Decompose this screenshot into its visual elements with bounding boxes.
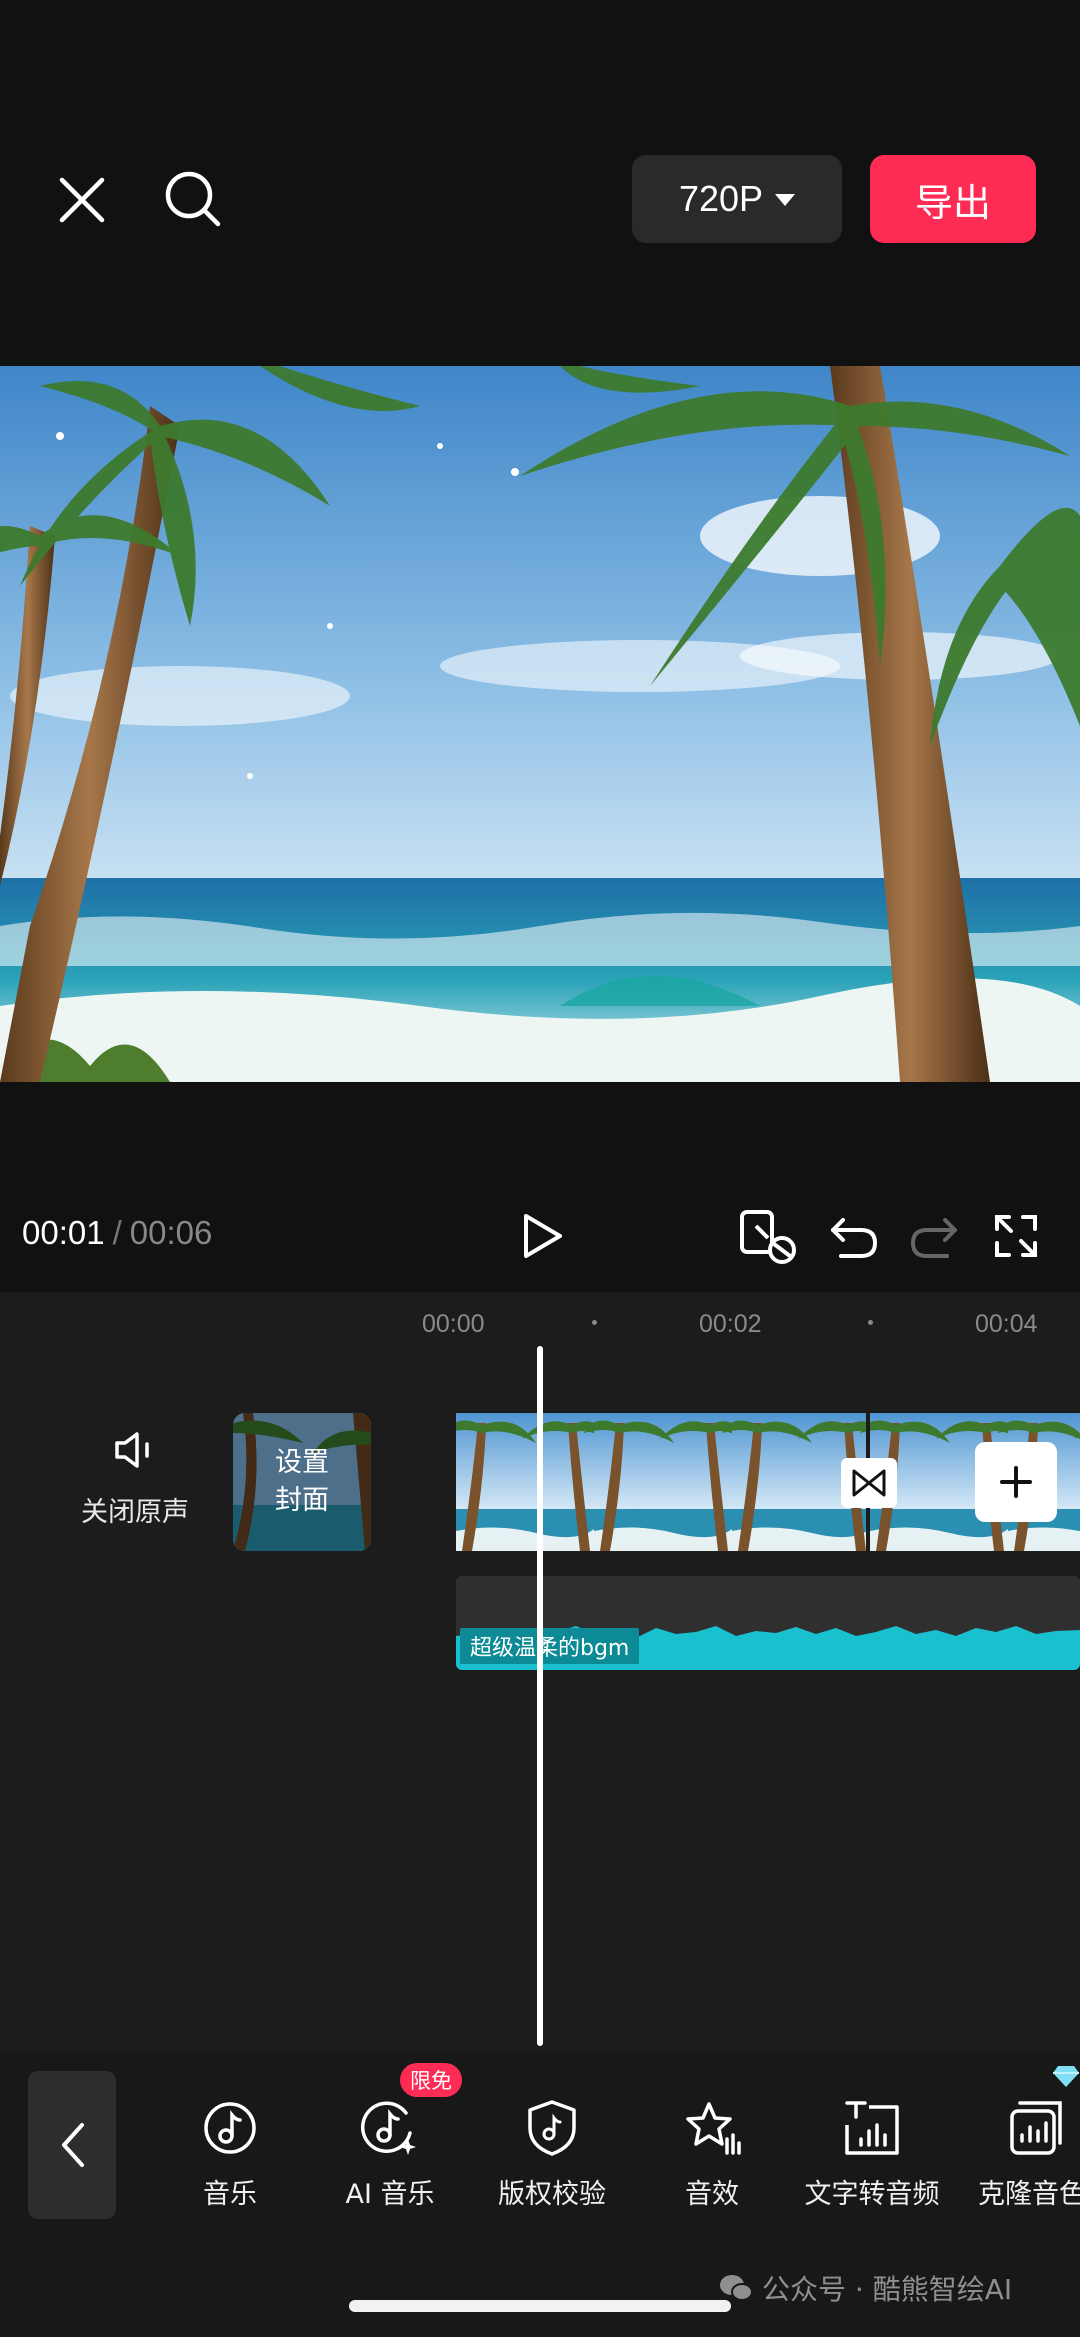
chevron-left-icon	[62, 2123, 84, 2167]
tool-label: 文字转音频	[804, 2179, 940, 2210]
close-icon[interactable]	[52, 170, 112, 230]
audio-track-label: 超级温柔的bgm	[460, 1628, 640, 1664]
tool-sound-effects[interactable]: 音效	[632, 2094, 792, 2211]
tool-text-to-audio[interactable]: 文字转音频	[792, 2094, 952, 2211]
video-preview[interactable]	[0, 366, 1080, 1082]
keyframe-icon[interactable]	[736, 1206, 802, 1268]
redo-icon[interactable]	[906, 1210, 962, 1264]
mute-original-sound-button[interactable]: 关闭原声	[70, 1430, 200, 1529]
tool-label: 克隆音色	[978, 2179, 1080, 2210]
ruler-dot	[592, 1320, 597, 1325]
watermark-text: 公众号 · 酷熊智绘AI	[762, 2273, 1013, 2306]
search-icon[interactable]	[160, 166, 226, 232]
copyright-shield-icon	[472, 2094, 632, 2162]
ruler-dot	[868, 1320, 873, 1325]
transition-bowtie-icon[interactable]	[841, 1458, 897, 1508]
wechat-icon	[720, 2275, 753, 2301]
set-cover-button[interactable]: 设置 封面	[233, 1413, 371, 1551]
diamond-icon	[1052, 2064, 1080, 2093]
tool-label: 音效	[685, 2179, 739, 2210]
ruler-tick: 00:04	[975, 1310, 1038, 1338]
play-icon[interactable]	[514, 1208, 570, 1264]
current-time: 00:01	[22, 1214, 105, 1251]
plus-icon	[1000, 1466, 1032, 1498]
sound-effect-star-icon	[632, 2094, 792, 2162]
time-display: 00:01/00:06	[22, 1214, 212, 1252]
free-badge: 限免	[400, 2063, 462, 2097]
add-clip-button[interactable]	[975, 1442, 1057, 1522]
tool-clone-voice[interactable]: 克隆音色	[952, 2094, 1080, 2211]
cover-label: 设置 封面	[233, 1413, 371, 1551]
caret-down-icon	[775, 194, 796, 206]
export-button[interactable]: 导出	[870, 155, 1036, 243]
time-separator: /	[112, 1214, 122, 1251]
tool-label: 版权校验	[498, 2179, 606, 2210]
beach-scene-image	[0, 366, 1080, 1082]
tool-music[interactable]: 音乐	[150, 2094, 310, 2211]
playhead[interactable]	[537, 1346, 543, 2046]
tool-label: AI 音乐	[345, 2179, 435, 2210]
ruler-tick: 00:00	[422, 1310, 485, 1338]
speaker-icon	[70, 1430, 200, 1478]
resolution-value: 720P	[678, 178, 764, 219]
tool-ai-music[interactable]: AI 音乐	[310, 2094, 470, 2211]
watermark: 公众号 · 酷熊智绘AI	[718, 2268, 1012, 2308]
undo-icon[interactable]	[826, 1210, 882, 1264]
ai-music-icon	[310, 2094, 470, 2162]
resolution-dropdown[interactable]: 720P	[632, 155, 842, 243]
mute-label: 关闭原声	[81, 1497, 189, 1528]
back-button[interactable]	[28, 2071, 116, 2219]
fullscreen-icon[interactable]	[988, 1208, 1044, 1264]
clone-voice-icon	[952, 2094, 1080, 2162]
tool-copyright-check[interactable]: 版权校验	[472, 2094, 632, 2211]
text-to-audio-icon	[792, 2094, 952, 2162]
tool-label: 音乐	[203, 2179, 257, 2210]
music-note-icon	[150, 2094, 310, 2162]
ruler-tick: 00:02	[699, 1310, 762, 1338]
total-time: 00:06	[129, 1214, 213, 1251]
home-indicator[interactable]	[349, 2300, 731, 2312]
